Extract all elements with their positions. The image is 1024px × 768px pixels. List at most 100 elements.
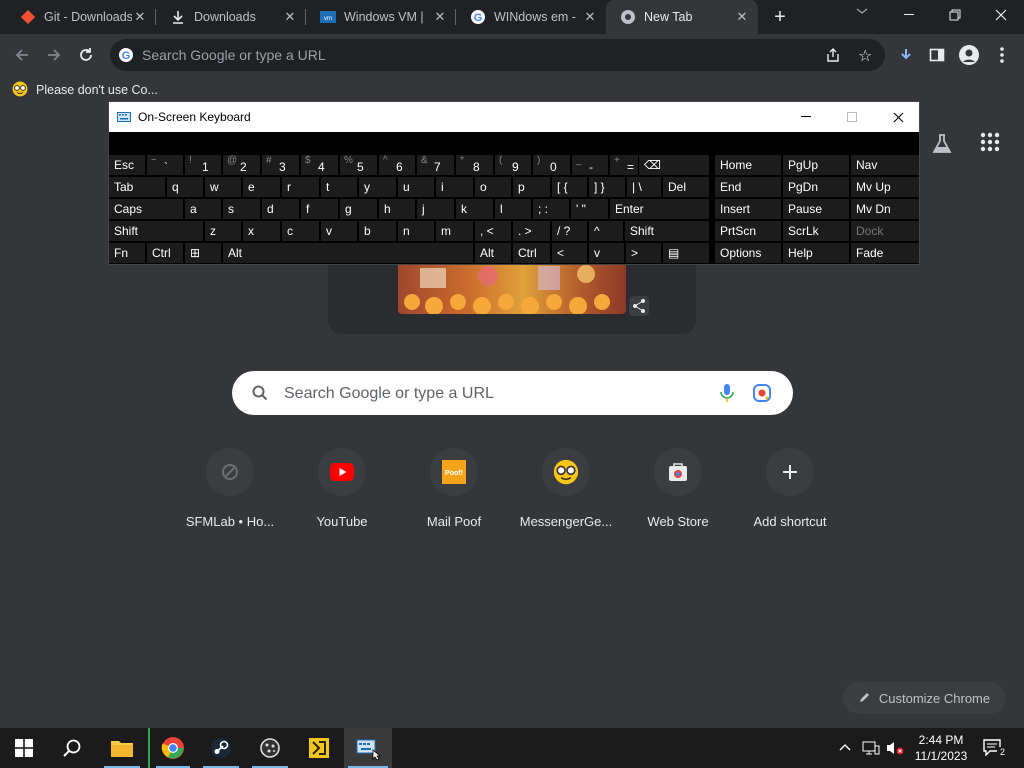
search-icon[interactable] (48, 728, 96, 768)
clock[interactable]: 2:44 PM 11/1/2023 (912, 732, 970, 764)
key-nav[interactable]: Mv Dn (851, 199, 919, 219)
voice-search-icon[interactable] (720, 384, 734, 405)
tab-search-icon[interactable] (855, 6, 871, 26)
forward-icon[interactable] (42, 43, 66, 67)
cookie-icon[interactable] (246, 728, 294, 768)
network-icon[interactable] (862, 740, 880, 759)
tab-new-tab[interactable]: New Tab ✕ (606, 0, 758, 34)
new-tab-button[interactable]: + (768, 5, 792, 29)
menu-kebab-icon[interactable] (990, 43, 1014, 67)
reload-icon[interactable] (74, 43, 98, 67)
on-screen-keyboard-taskbar-icon[interactable] (344, 728, 392, 768)
bookmark-item[interactable]: Please don't use Co... (12, 80, 158, 100)
shortcut-tile[interactable]: MessengerGe... (510, 448, 622, 548)
chrome-icon[interactable] (148, 728, 196, 768)
app-yellow-icon[interactable] (295, 728, 343, 768)
key[interactable]: o (475, 177, 511, 197)
labs-flask-icon[interactable] (930, 132, 954, 156)
key[interactable]: z (205, 221, 241, 241)
shortcut-tile[interactable]: Poof! Mail Poof (398, 448, 510, 548)
key-number[interactable]: + = (610, 155, 638, 175)
back-icon[interactable] (10, 43, 34, 67)
key[interactable]: k (456, 199, 493, 219)
profile-avatar[interactable] (957, 43, 981, 67)
key[interactable]: x (243, 221, 280, 241)
lens-icon[interactable] (753, 384, 771, 405)
key-nav[interactable]: Home (715, 155, 781, 175)
key-number[interactable]: ! 1 (185, 155, 221, 175)
key[interactable]: l (495, 199, 531, 219)
key[interactable]: a (185, 199, 221, 219)
key[interactable]: Fn (109, 243, 145, 263)
key-backspace[interactable]: ⌫ (639, 155, 709, 175)
key-nav[interactable]: End (715, 177, 781, 197)
key-nav[interactable]: PgDn (783, 177, 849, 197)
key[interactable]: v (589, 243, 624, 263)
close-tab-icon[interactable]: ✕ (734, 9, 750, 25)
key[interactable]: c (282, 221, 319, 241)
close-tab-icon[interactable]: ✕ (132, 9, 148, 25)
key[interactable]: b (359, 221, 396, 241)
key[interactable]: h (379, 199, 415, 219)
close-tab-icon[interactable]: ✕ (282, 9, 298, 25)
key-nav[interactable]: Dock (851, 221, 919, 241)
key[interactable]: ] } (589, 177, 625, 197)
key[interactable]: , < (475, 221, 511, 241)
key[interactable]: Shift (625, 221, 709, 241)
key[interactable]: r (282, 177, 319, 197)
key[interactable]: i (436, 177, 473, 197)
key[interactable]: ⊞ (185, 243, 221, 263)
key[interactable]: / ? (552, 221, 587, 241)
key[interactable]: e (243, 177, 280, 197)
key-nav[interactable]: Pause (783, 199, 849, 219)
address-bar[interactable]: G Search Google or type a URL ☆ (110, 39, 885, 71)
key-number[interactable]: #3 (262, 155, 299, 175)
key[interactable]: Tab (109, 177, 165, 197)
show-hidden-icons-icon[interactable] (838, 740, 852, 757)
key[interactable]: ^ (589, 221, 623, 241)
key-nav[interactable]: PgUp (783, 155, 849, 175)
restore-icon[interactable] (932, 0, 978, 30)
key[interactable]: ▤ (663, 243, 709, 263)
notification-center-icon[interactable]: 2 (982, 738, 1008, 760)
osk-titlebar[interactable]: On-Screen Keyboard (109, 102, 919, 132)
key[interactable]: m (436, 221, 473, 241)
key[interactable]: Caps (109, 199, 183, 219)
key-nav[interactable]: Mv Up (851, 177, 919, 197)
key-number[interactable]: _ - (572, 155, 608, 175)
google-apps-icon[interactable] (980, 132, 1000, 152)
key-nav[interactable]: Help (783, 243, 849, 263)
key[interactable]: | \ (627, 177, 661, 197)
key[interactable]: [ { (552, 177, 587, 197)
key-number[interactable]: * 8 (456, 155, 493, 175)
key[interactable]: . > (513, 221, 550, 241)
key[interactable]: Ctrl (147, 243, 183, 263)
key-number[interactable]: & 7 (417, 155, 454, 175)
ntp-search-box[interactable]: Search Google or type a URL (232, 371, 793, 415)
key-nav[interactable]: Options (715, 243, 781, 263)
file-explorer-icon[interactable] (98, 728, 146, 768)
start-windows-icon[interactable] (0, 728, 48, 768)
key-number[interactable]: % 5 (340, 155, 377, 175)
key[interactable]: g (340, 199, 377, 219)
key[interactable]: d (262, 199, 299, 219)
key[interactable]: q (167, 177, 203, 197)
key[interactable]: > (626, 243, 661, 263)
bookmark-star-icon[interactable]: ☆ (858, 46, 872, 66)
key[interactable]: y (359, 177, 396, 197)
key-nav[interactable]: Insert (715, 199, 781, 219)
key-esc[interactable]: Esc (109, 155, 145, 175)
key-number[interactable]: $4 (301, 155, 338, 175)
key[interactable]: j (417, 199, 454, 219)
side-panel-icon[interactable] (925, 43, 949, 67)
osk-minimize-icon[interactable] (783, 102, 829, 132)
key[interactable]: v (321, 221, 357, 241)
key[interactable]: ; : (533, 199, 569, 219)
share-icon[interactable] (825, 47, 841, 66)
key[interactable]: f (301, 199, 338, 219)
key[interactable]: Enter (610, 199, 709, 219)
key-nav[interactable]: Nav (851, 155, 919, 175)
key-number[interactable]: (9 (495, 155, 531, 175)
share-icon[interactable] (629, 296, 649, 316)
tab-git-downloads[interactable]: Git - Downloads ✕ (6, 0, 156, 34)
